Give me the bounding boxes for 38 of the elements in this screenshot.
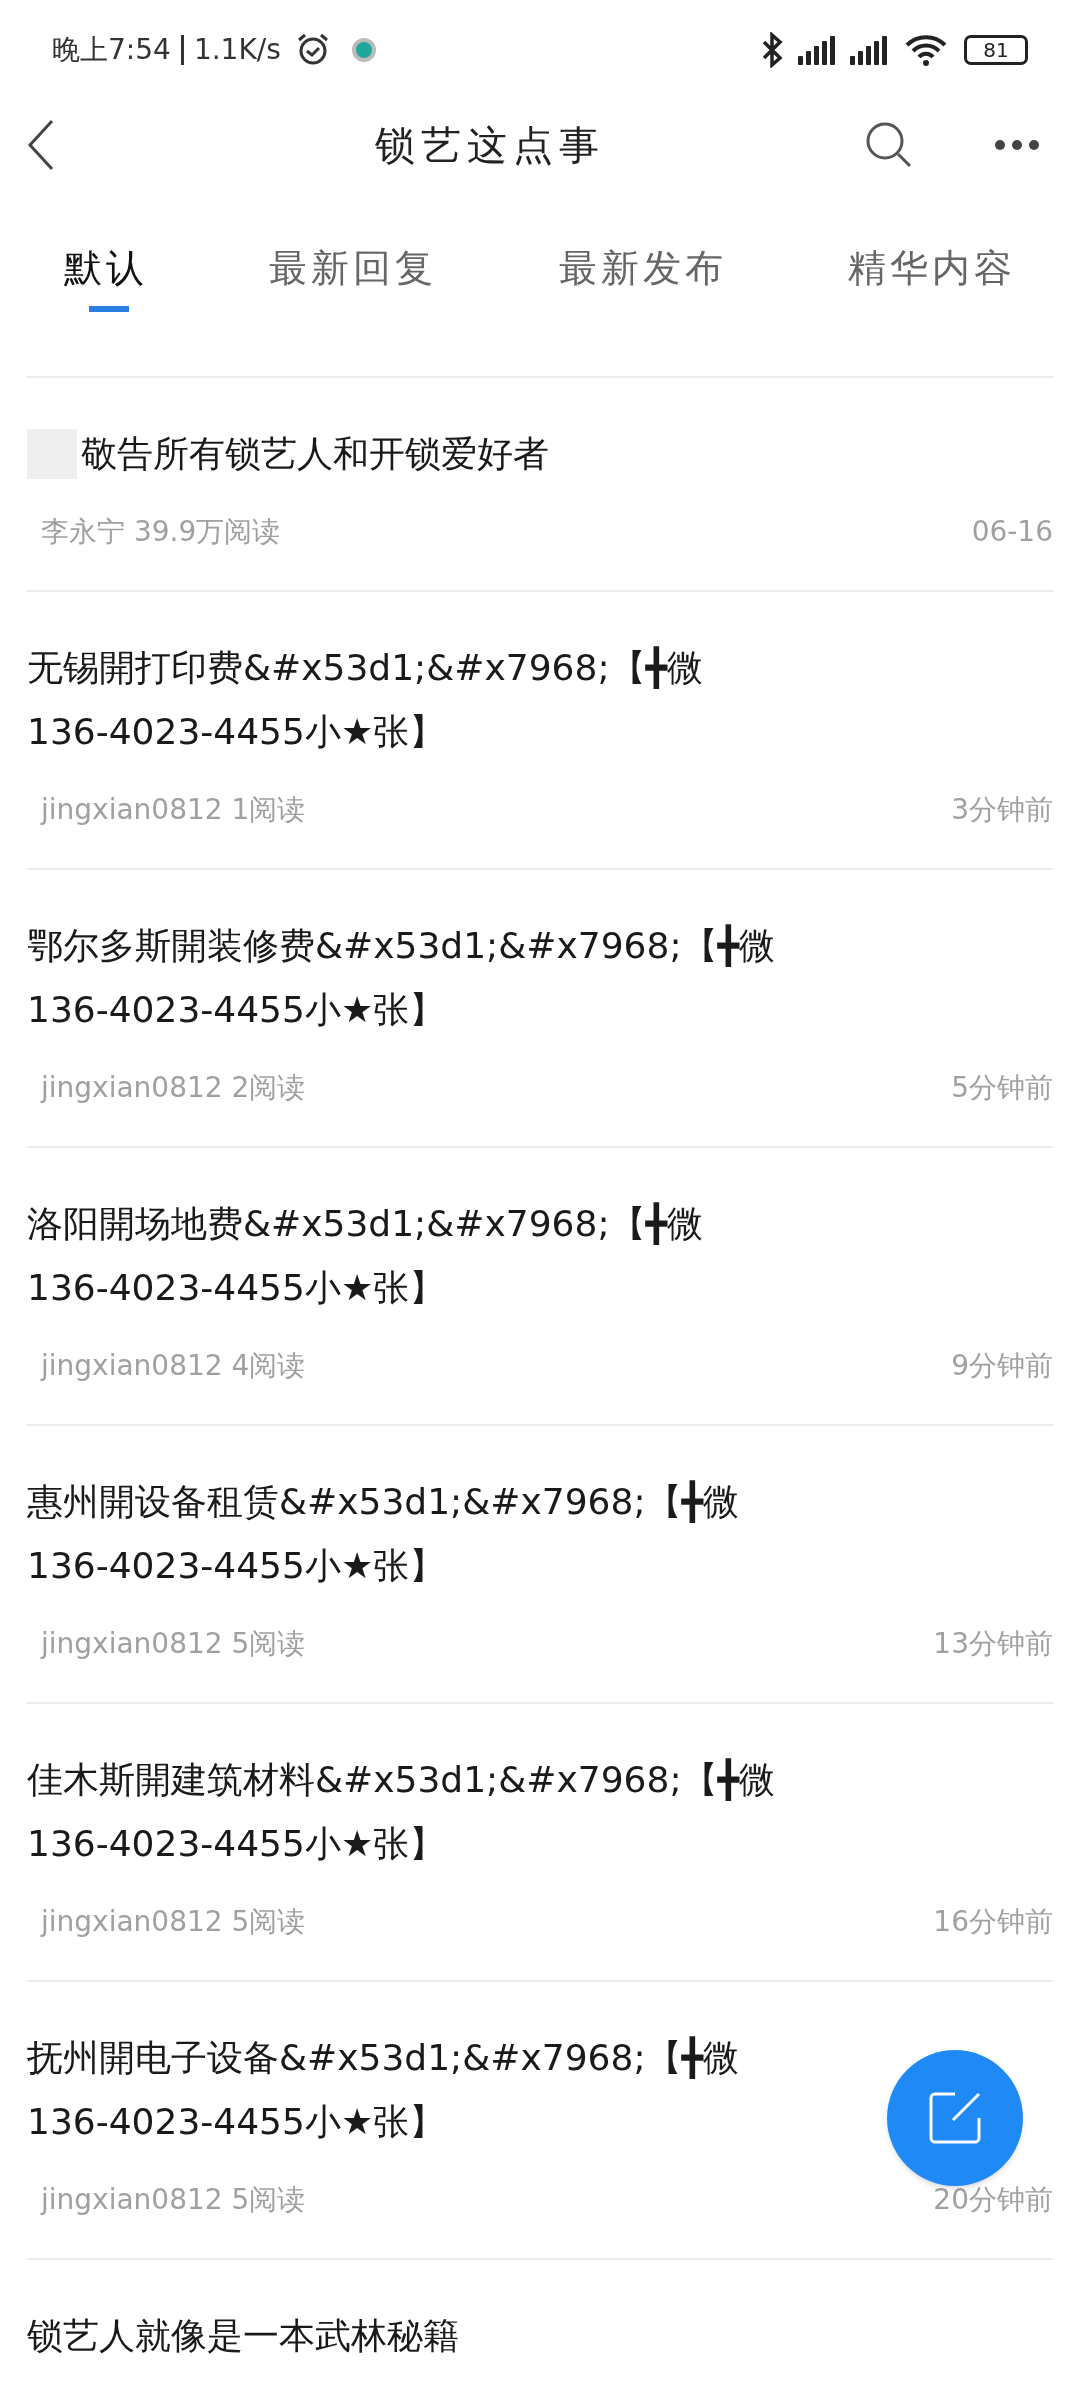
post-title[interactable]: 惠州開设备租赁&#x53d1;&#x7968;【╋微 136-4023-4455小★张】 xyxy=(27,1470,740,1598)
post-time: 9分钟前 xyxy=(951,1348,1053,1384)
app-icon xyxy=(350,37,377,63)
post-meta: jingxian0812 1阅读 xyxy=(41,792,306,828)
wifi-icon xyxy=(904,33,948,67)
signal-icon xyxy=(850,35,890,65)
post-title[interactable]: 鄂尔多斯開装修费&#x53d1;&#x7968;【╋微 136-4023-4455小★张】 xyxy=(27,914,776,1042)
post-title[interactable]: 锁艺人就像是一本武林秘籍 xyxy=(27,2304,459,2368)
post-meta: jingxian0812 5阅读 xyxy=(41,1626,306,1662)
more-icon[interactable] xyxy=(994,139,1040,151)
network-speed: 1.1K/s xyxy=(193,32,281,68)
page-title: 锁艺这点事 xyxy=(375,121,605,170)
tab-indicator xyxy=(89,306,129,312)
post-meta: jingxian0812 4阅读 xyxy=(41,1348,306,1384)
back-icon[interactable] xyxy=(26,118,56,172)
post-title[interactable]: 敬告所有锁艺人和开锁爱好者 xyxy=(81,422,549,486)
tab[interactable]: 默认 xyxy=(64,239,148,297)
post-time: 16分钟前 xyxy=(933,1904,1053,1940)
post-time: 13分钟前 xyxy=(933,1626,1053,1662)
post-title[interactable]: 洛阳開场地费&#x53d1;&#x7968;【╋微 136-4023-4455小★张】 xyxy=(27,1192,704,1320)
tab[interactable]: 最新回复 xyxy=(269,239,438,297)
post-time: 06-16 xyxy=(971,514,1053,550)
post-time: 20分钟前 xyxy=(933,2182,1053,2218)
post-meta: jingxian0812 2阅读 xyxy=(41,1070,306,1106)
tab[interactable]: 精华内容 xyxy=(848,239,1016,297)
post-meta: jingxian0812 5阅读 xyxy=(41,1904,306,1940)
hd-signal-icon xyxy=(798,35,838,65)
battery-indicator: 81 xyxy=(964,35,1028,65)
post-time: 5分钟前 xyxy=(951,1070,1053,1106)
post-title[interactable]: 佳木斯開建筑材料&#x53d1;&#x7968;【╋微 136-4023-4455小★张】 xyxy=(27,1748,776,1876)
status-time: 晚上7:54 xyxy=(52,32,171,68)
post-time: 3分钟前 xyxy=(951,792,1053,828)
post-title[interactable]: 抚州開电子设备&#x53d1;&#x7968;【╋微 136-4023-4455小★张】 xyxy=(27,2026,740,2154)
post-meta: jingxian0812 5阅读 xyxy=(41,2182,306,2218)
post-meta: 李永宁 39.9万阅读 xyxy=(41,514,281,550)
post-title[interactable]: 无锡開打印费&#x53d1;&#x7968;【╋微 136-4023-4455小★张】 xyxy=(27,636,704,764)
tab[interactable]: 最新发布 xyxy=(558,239,727,297)
search-icon[interactable] xyxy=(864,120,914,170)
